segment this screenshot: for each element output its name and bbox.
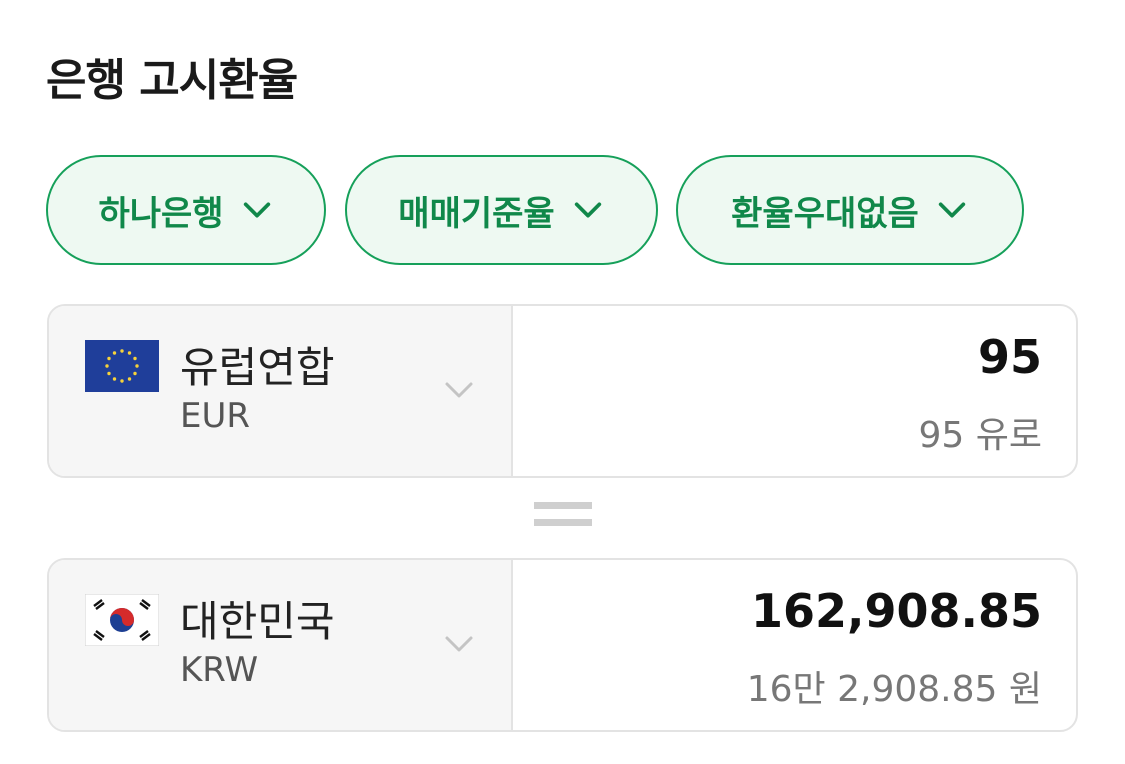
bank-filter-label: 하나은행 xyxy=(98,193,224,234)
rate-type-filter-label: 매매기준율 xyxy=(398,193,555,234)
kr-flag-icon xyxy=(85,594,159,646)
to-currency-code: KRW xyxy=(180,650,259,690)
chevron-down-icon xyxy=(243,202,270,218)
bank-filter-chip[interactable]: 하나은행 xyxy=(46,155,326,265)
to-amount-input[interactable]: 162,908.85 16만 2,908.85 원 xyxy=(513,560,1076,730)
from-currency-selector[interactable]: 유럽연합 EUR xyxy=(49,306,513,476)
to-amount-words: 16만 2,908.85 원 xyxy=(746,669,1042,710)
from-amount-words: 95 유로 xyxy=(918,415,1043,456)
chevron-down-icon xyxy=(938,202,966,218)
chevron-down-icon xyxy=(445,636,473,652)
page-title: 은행 고시환율 xyxy=(46,55,298,106)
to-country-name: 대한민국 xyxy=(180,597,335,646)
to-currency-selector[interactable]: 대한민국 KRW xyxy=(49,560,513,730)
eu-flag-icon xyxy=(85,340,159,392)
from-country-name: 유럽연합 xyxy=(180,343,335,392)
from-amount-input[interactable]: 95 95 유로 xyxy=(513,306,1076,476)
to-amount-value: 162,908.85 xyxy=(750,584,1042,638)
chevron-down-icon xyxy=(574,202,601,218)
rate-type-filter-chip[interactable]: 매매기준율 xyxy=(345,155,658,265)
equals-icon xyxy=(534,502,592,530)
chevron-down-icon xyxy=(445,382,473,398)
preferential-filter-chip[interactable]: 환율우대없음 xyxy=(676,155,1024,265)
from-amount-value: 95 xyxy=(977,330,1042,384)
from-currency-box: 유럽연합 EUR 95 95 유로 xyxy=(47,304,1078,478)
preferential-filter-label: 환율우대없음 xyxy=(731,193,919,234)
to-currency-box: 대한민국 KRW 162,908.85 16만 2,908.85 원 xyxy=(47,558,1078,732)
from-currency-code: EUR xyxy=(180,396,250,436)
